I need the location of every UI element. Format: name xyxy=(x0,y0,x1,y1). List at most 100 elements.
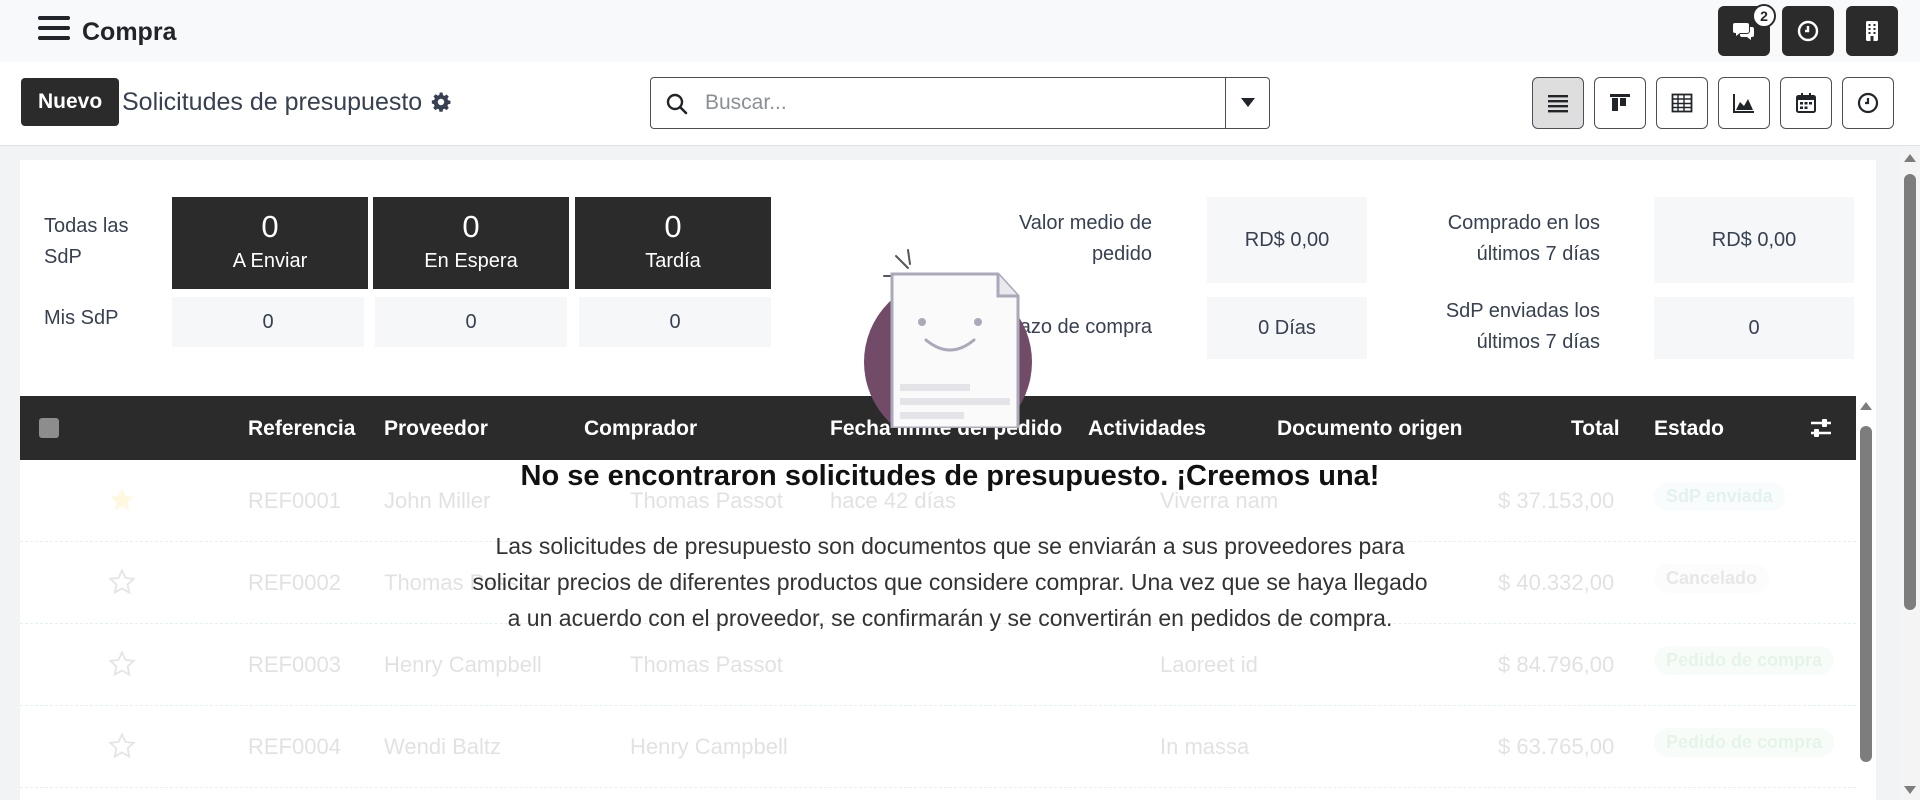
table-scroll-up-arrow[interactable] xyxy=(1860,402,1872,410)
col-total[interactable]: Total xyxy=(1571,417,1620,441)
lead-time-value: 0 Días xyxy=(1207,297,1367,359)
row-activity: Viverra nam xyxy=(1160,488,1279,513)
clock-icon xyxy=(1797,20,1819,42)
my-rfq-label[interactable]: Mis SdP xyxy=(44,303,118,334)
avg-order-value: RD$ 0,00 xyxy=(1207,197,1367,283)
optional-columns-icon xyxy=(1811,419,1831,437)
calendar-view-button[interactable] xyxy=(1780,77,1832,129)
table-row[interactable]: REF0001 John Miller Thomas Passot hace 4… xyxy=(20,460,1856,542)
row-buyer: Thomas Passot xyxy=(630,652,783,677)
row-reference: REF0003 xyxy=(248,652,341,677)
tile-waiting-count: 0 xyxy=(462,209,480,244)
table-row[interactable]: REF0002 Thomas Passot $ 40.332,00 Cancel… xyxy=(20,542,1856,624)
favorite-star-icon[interactable] xyxy=(108,486,136,514)
tile-late-label: Tardía xyxy=(645,250,701,272)
row-activity: In massa xyxy=(1160,734,1250,759)
row-total: $ 40.332,00 xyxy=(1498,570,1615,595)
gear-icon[interactable] xyxy=(430,91,452,113)
pivot-view-button[interactable] xyxy=(1656,77,1708,129)
row-total: $ 37.153,00 xyxy=(1498,488,1615,513)
tile-late-count: 0 xyxy=(664,209,682,244)
search-icon xyxy=(666,93,688,115)
graph-view-button[interactable] xyxy=(1718,77,1770,129)
app-menu-icon[interactable] xyxy=(38,16,70,44)
page-scrollbar[interactable] xyxy=(1900,150,1920,800)
my-to-send-count[interactable]: 0 xyxy=(172,297,364,347)
table-scrollbar[interactable] xyxy=(1856,396,1876,800)
favorite-star-icon[interactable] xyxy=(108,732,136,760)
favorite-star-icon[interactable] xyxy=(108,650,136,678)
messages-count-badge: 2 xyxy=(1752,4,1776,28)
col-source-document[interactable]: Documento origen xyxy=(1277,417,1463,441)
col-reference[interactable]: Referencia xyxy=(248,417,355,441)
messages-button[interactable]: 2 xyxy=(1718,4,1776,56)
col-deadline[interactable]: Fecha límite del pedido xyxy=(830,417,1062,441)
search-input[interactable] xyxy=(705,86,1195,120)
purchased-7d-value: RD$ 0,00 xyxy=(1654,197,1854,283)
all-rfq-label[interactable]: Todas las SdP xyxy=(44,211,154,273)
row-reference: REF0001 xyxy=(248,488,341,513)
my-waiting-count[interactable]: 0 xyxy=(375,297,567,347)
tile-to-send[interactable]: 0 A Enviar xyxy=(172,197,368,289)
row-reference: REF0002 xyxy=(248,570,341,595)
row-status-badge: Cancelado xyxy=(1654,564,1770,593)
company-switch-button[interactable] xyxy=(1846,6,1898,56)
table-row[interactable]: REF0003 Henry Campbell Thomas Passot Lao… xyxy=(20,624,1856,706)
table-scroll-thumb[interactable] xyxy=(1860,426,1872,762)
row-vendor: Henry Campbell xyxy=(384,652,542,677)
sent-7d-value: 0 xyxy=(1654,297,1854,359)
row-activity: Laoreet id xyxy=(1160,652,1258,677)
row-buyer: Henry Campbell xyxy=(630,734,788,759)
list-view-button[interactable] xyxy=(1532,77,1584,129)
building-icon xyxy=(1866,21,1878,41)
row-vendor: John Miller xyxy=(384,488,491,513)
row-reference: REF0004 xyxy=(248,734,341,759)
favorite-star-icon[interactable] xyxy=(108,568,136,596)
tile-late[interactable]: 0 Tardía xyxy=(575,197,771,289)
activity-view-button[interactable] xyxy=(1842,77,1894,129)
scroll-up-arrow[interactable] xyxy=(1904,154,1916,162)
table-row[interactable]: REF0004 Wendi Baltz Henry Campbell In ma… xyxy=(20,706,1856,788)
row-status-badge: Pedido de compra xyxy=(1654,646,1835,675)
search-bar xyxy=(650,77,1270,129)
calendar-icon xyxy=(1796,93,1816,113)
lead-time-label: Plazo de compra xyxy=(1001,316,1152,338)
search-options-toggle[interactable] xyxy=(1225,78,1269,128)
select-all-checkbox[interactable] xyxy=(39,418,59,438)
tile-to-send-label: A Enviar xyxy=(232,250,308,272)
tile-waiting-label: En Espera xyxy=(424,250,518,272)
col-buyer[interactable]: Comprador xyxy=(584,417,697,441)
area-chart-icon xyxy=(1733,94,1754,113)
new-button[interactable]: Nuevo xyxy=(21,78,120,126)
table-header: Referencia Proveedor Comprador Fecha lím… xyxy=(20,396,1856,460)
chat-icon xyxy=(1733,23,1754,40)
activities-button[interactable] xyxy=(1782,6,1834,56)
table-grid-icon xyxy=(1671,93,1693,113)
tile-waiting[interactable]: 0 En Espera xyxy=(373,197,569,289)
kanban-view-button[interactable] xyxy=(1594,77,1646,129)
sent-7d-label: SdP enviadas los últimos 7 días xyxy=(1445,300,1600,353)
row-total: $ 63.765,00 xyxy=(1498,734,1615,759)
row-buyer: Thomas Passot xyxy=(630,488,783,513)
page-title: Solicitudes de presupuesto xyxy=(122,88,423,116)
avg-order-label: Valor medio de pedido xyxy=(1018,212,1152,265)
my-late-count[interactable]: 0 xyxy=(579,297,771,347)
row-vendor: Thomas Passot xyxy=(384,570,537,595)
col-status[interactable]: Estado xyxy=(1654,417,1724,441)
purchased-7d-label: Comprado en los últimos 7 días xyxy=(1447,212,1600,265)
row-status-badge: SdP enviada xyxy=(1654,482,1785,511)
main-navbar: Compra 2 xyxy=(0,0,1920,62)
scroll-down-arrow[interactable] xyxy=(1904,786,1916,794)
col-vendor[interactable]: Proveedor xyxy=(384,417,488,441)
col-activities[interactable]: Actividades xyxy=(1088,417,1206,441)
control-panel: Nuevo Solicitudes de presupuesto xyxy=(0,62,1920,146)
row-total: $ 84.796,00 xyxy=(1498,652,1615,677)
app-title[interactable]: Compra xyxy=(82,18,176,47)
kanban-icon xyxy=(1610,94,1630,111)
scroll-thumb[interactable] xyxy=(1904,174,1916,610)
row-deadline: hace 42 días xyxy=(830,488,956,513)
clock-icon xyxy=(1857,92,1879,114)
tile-to-send-count: 0 xyxy=(261,209,279,244)
caret-down-icon xyxy=(1240,98,1255,107)
list-icon xyxy=(1548,95,1568,113)
